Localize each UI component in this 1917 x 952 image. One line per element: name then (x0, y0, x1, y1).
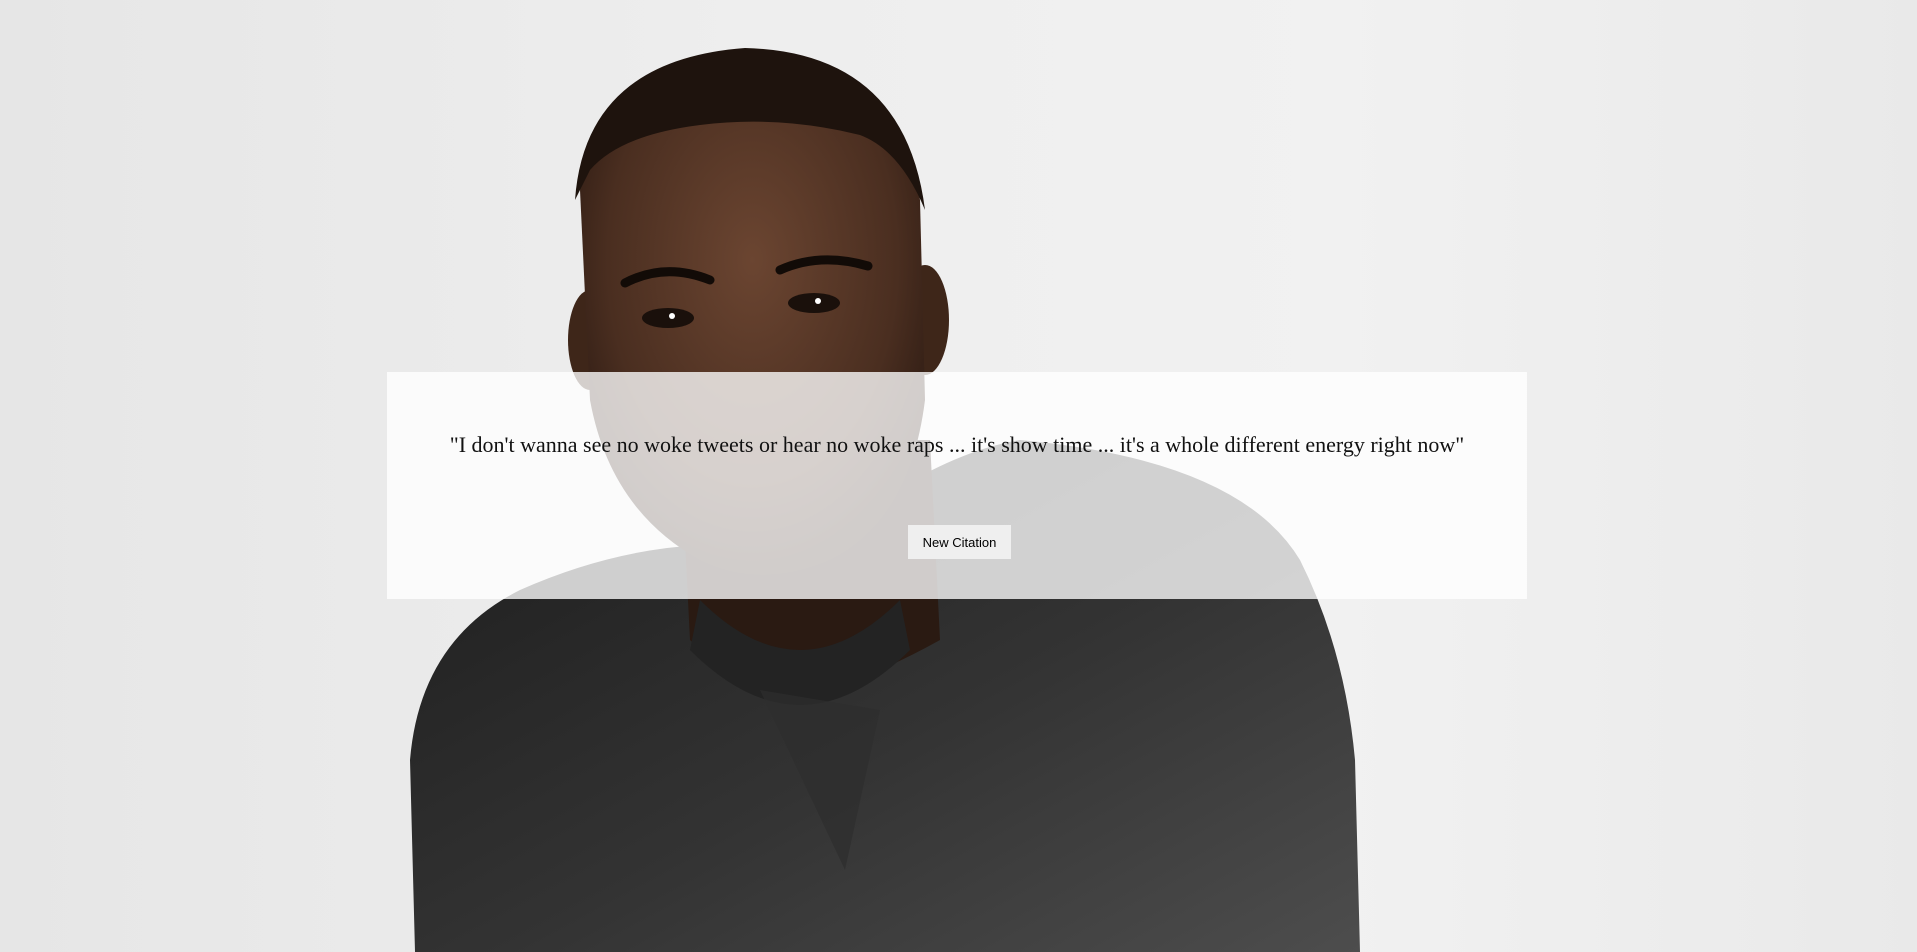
quote-card: "I don't wanna see no woke tweets or hea… (387, 372, 1527, 599)
quote-text: "I don't wanna see no woke tweets or hea… (449, 432, 1465, 457)
new-citation-button[interactable]: New Citation (908, 525, 1011, 559)
